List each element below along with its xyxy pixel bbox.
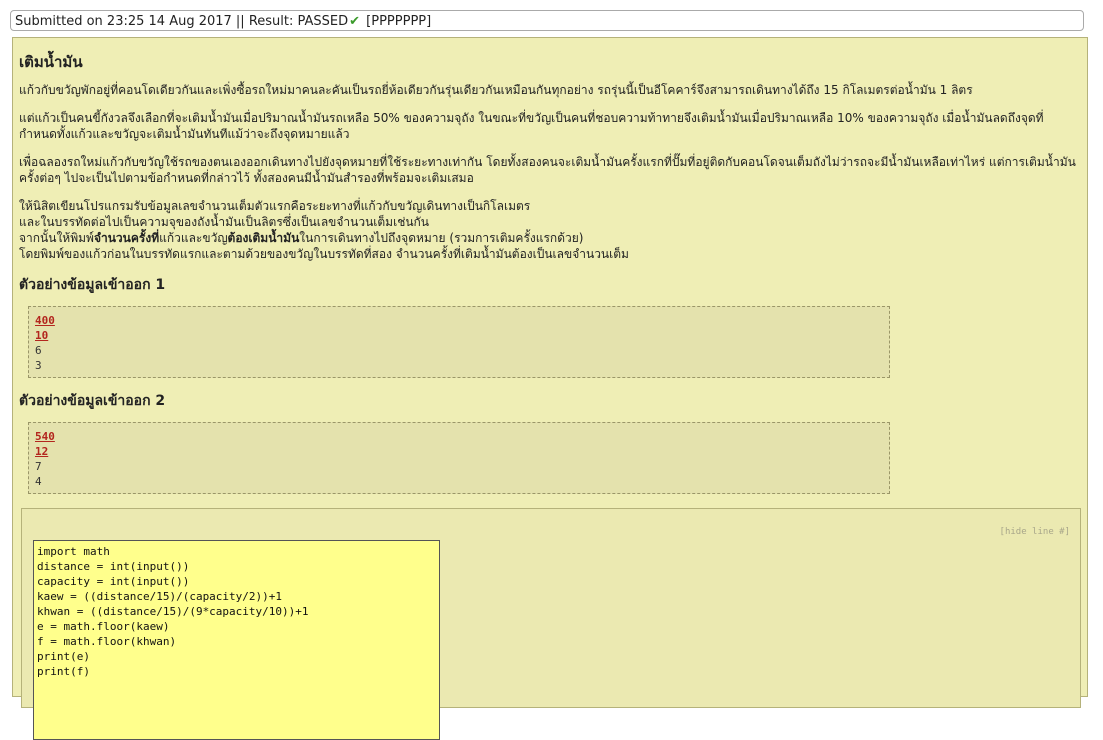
code-line: distance = int(input()): [37, 560, 190, 573]
problem-panel: เติมน้ำมัน แก้วกับขวัญพักอยู่ที่คอนโดเดี…: [12, 37, 1088, 740]
instr3-part-a: จากนั้นให้พิมพ์: [19, 231, 94, 245]
code-panel: [hide line #] import math distance = int…: [21, 508, 1081, 740]
example-1-box: 400 10 6 3: [28, 306, 890, 378]
example-1-heading: ตัวอย่างข้อมูลเข้าออก 1: [19, 277, 166, 293]
example-2-output-2: 4: [35, 475, 42, 488]
instr3-part-d: ต้องเติมน้ำมัน: [227, 231, 300, 245]
code-line: khwan = ((distance/15)/(9*capacity/10))+…: [37, 605, 309, 618]
code-line: print(e): [37, 650, 90, 663]
example-2-input-2: 12: [35, 445, 49, 458]
example-2-output-1: 7: [35, 460, 42, 473]
problem-paragraph-2: แต่แก้วเป็นคนขี้กังวลจึงเลือกที่จะเติมน้…: [19, 111, 1044, 141]
code-line: capacity = int(input()): [37, 575, 190, 588]
hide-line-numbers-link[interactable]: [hide line #]: [1000, 527, 1070, 537]
example-1-input-1: 400: [35, 314, 55, 327]
example-2-box: 540 12 7 4: [28, 422, 890, 494]
problem-paragraph-1: แก้วกับขวัญพักอยู่ที่คอนโดเดียวกันและเพิ…: [19, 83, 973, 97]
example-1-input-2: 10: [35, 329, 49, 342]
check-icon: ✔: [349, 14, 361, 29]
instruction-line-1: ให้นิสิตเขียนโปรแกรมรับข้อมูลเลขจำนวนเต็…: [19, 199, 531, 213]
code-line: import math: [37, 545, 110, 558]
example-1-output-1: 6: [35, 344, 42, 357]
code-line: print(f): [37, 665, 90, 678]
instruction-line-4: โดยพิมพ์ของแก้วก่อนในบรรทัดแรกและตามด้วย…: [19, 247, 629, 261]
submission-status-bar: Submitted on 23:25 14 Aug 2017 || Result…: [10, 10, 1084, 31]
example-2-input-1: 540: [35, 430, 55, 443]
example-1-output-2: 3: [35, 359, 42, 372]
problem-paragraph-3: เพื่อฉลองรถใหม่แก้วกับขวัญใช้รถของตนเองอ…: [19, 155, 1076, 185]
submission-status-text: Submitted on 23:25 14 Aug 2017 || Result…: [15, 14, 349, 29]
instr3-part-e: ในการเดินทางไปถึงจุดหมาย (รวมการเติมครั้…: [299, 231, 584, 245]
instruction-line-2: และในบรรทัดต่อไปเป็นความจุของถังน้ำมันเป…: [19, 215, 430, 229]
code-line: kaew = ((distance/15)/(capacity/2))+1: [37, 590, 283, 603]
instr3-part-b: จำนวนครั้งที่: [93, 231, 160, 245]
problem-title: เติมน้ำมัน: [19, 53, 83, 71]
problem-instructions: ให้นิสิตเขียนโปรแกรมรับข้อมูลเลขจำนวนเต็…: [19, 198, 1081, 262]
instruction-line-3: จากนั้นให้พิมพ์จำนวนครั้งที่แก้วและขวัญต…: [19, 230, 1081, 246]
code-line: e = math.floor(kaew): [37, 620, 170, 633]
submission-result-detail: [PPPPPPP]: [366, 14, 432, 29]
instr3-part-c: แก้วและขวัญ: [159, 231, 228, 245]
example-2-heading: ตัวอย่างข้อมูลเข้าออก 2: [19, 393, 166, 409]
code-line: f = math.floor(khwan): [37, 635, 177, 648]
source-code-block: import math distance = int(input()) capa…: [33, 540, 440, 740]
